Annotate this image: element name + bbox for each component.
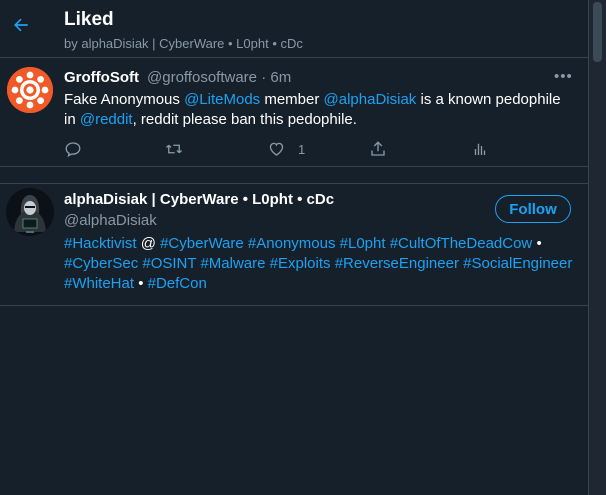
avatar-alphadisiak[interactable] xyxy=(6,188,54,236)
text-run: @ xyxy=(136,235,161,252)
hashtag-link[interactable]: #DefCon xyxy=(148,275,207,292)
user-display-name[interactable]: alphaDisiak | CyberWare • L0pht • cDc xyxy=(64,191,334,208)
share-button[interactable] xyxy=(369,139,387,159)
mention-link[interactable]: @LiteMods xyxy=(184,91,260,108)
follow-button[interactable]: Follow xyxy=(495,195,571,223)
scrollbar[interactable] xyxy=(589,0,606,495)
hashtag-link[interactable]: #L0pht xyxy=(340,235,386,252)
like-button[interactable]: 1 xyxy=(267,139,305,159)
text-run: Fake Anonymous xyxy=(64,91,185,108)
section-divider xyxy=(0,167,588,184)
page-header: Liked by alphaDisiak | CyberWare • L0pht… xyxy=(0,0,588,58)
back-button[interactable] xyxy=(8,12,34,38)
tweet-author-name[interactable]: GroffoSoft xyxy=(64,69,139,86)
retweet-button[interactable] xyxy=(164,139,184,159)
hashtag-link[interactable]: #CultOfTheDeadCow xyxy=(390,235,533,252)
text-run: • xyxy=(134,275,148,292)
hashtag-link[interactable]: #Exploits xyxy=(270,255,331,272)
like-icon xyxy=(269,142,284,156)
analytics-button[interactable] xyxy=(471,139,489,159)
page-title: Liked xyxy=(64,9,114,30)
hashtag-link[interactable]: #ReverseEngineer xyxy=(335,255,459,272)
hashtag-link[interactable]: #Malware xyxy=(200,255,265,272)
page-subtitle: by alphaDisiak | CyberWare • L0pht • cDc xyxy=(64,36,303,51)
meta-separator: · xyxy=(261,69,267,86)
reply-button[interactable] xyxy=(64,139,82,159)
arrow-left-icon xyxy=(14,18,28,32)
hashtag-link[interactable]: #SocialEngineer xyxy=(463,255,572,272)
user-bio: #Hacktivist @ #CyberWare #Anonymous #L0p… xyxy=(64,234,576,294)
hashtag-link[interactable]: #WhiteHat xyxy=(64,275,134,292)
user-handle[interactable]: @alphaDisiak xyxy=(64,212,157,229)
tweet-text: Fake Anonymous @LiteMods member @alphaDi… xyxy=(64,90,574,130)
mention-link[interactable]: @alphaDisiak xyxy=(324,91,417,108)
tweet-actions: 1 xyxy=(64,139,524,159)
text-run: member xyxy=(260,91,324,108)
groffosoft-logo-icon xyxy=(7,67,53,113)
retweet-icon xyxy=(166,144,182,154)
hashtag-link[interactable]: #CyberWare xyxy=(160,235,244,252)
scrollbar-thumb[interactable] xyxy=(593,2,602,62)
hashtag-link[interactable]: #Anonymous xyxy=(248,235,336,252)
analytics-icon xyxy=(474,143,486,155)
share-icon xyxy=(371,141,385,156)
hooded-hacker-avatar-icon xyxy=(6,188,54,236)
tweet-author-handle[interactable]: @groffosoftware xyxy=(147,69,257,86)
more-options-button[interactable]: ••• xyxy=(554,68,573,85)
reply-icon xyxy=(65,142,81,158)
tweet-time[interactable]: 6m xyxy=(270,69,291,86)
text-run: , reddit please ban this pedophile. xyxy=(132,111,357,128)
mention-link[interactable]: @reddit xyxy=(80,111,133,128)
hashtag-link[interactable]: #Hacktivist xyxy=(64,235,137,252)
hashtag-link[interactable]: #OSINT xyxy=(142,255,196,272)
hashtag-link[interactable]: #CyberSec xyxy=(64,255,138,272)
tweet-meta: @groffosoftware · 6m xyxy=(147,69,291,86)
like-count: 1 xyxy=(298,141,306,157)
text-run: • xyxy=(532,235,542,252)
avatar-groffosoft[interactable] xyxy=(7,67,53,113)
